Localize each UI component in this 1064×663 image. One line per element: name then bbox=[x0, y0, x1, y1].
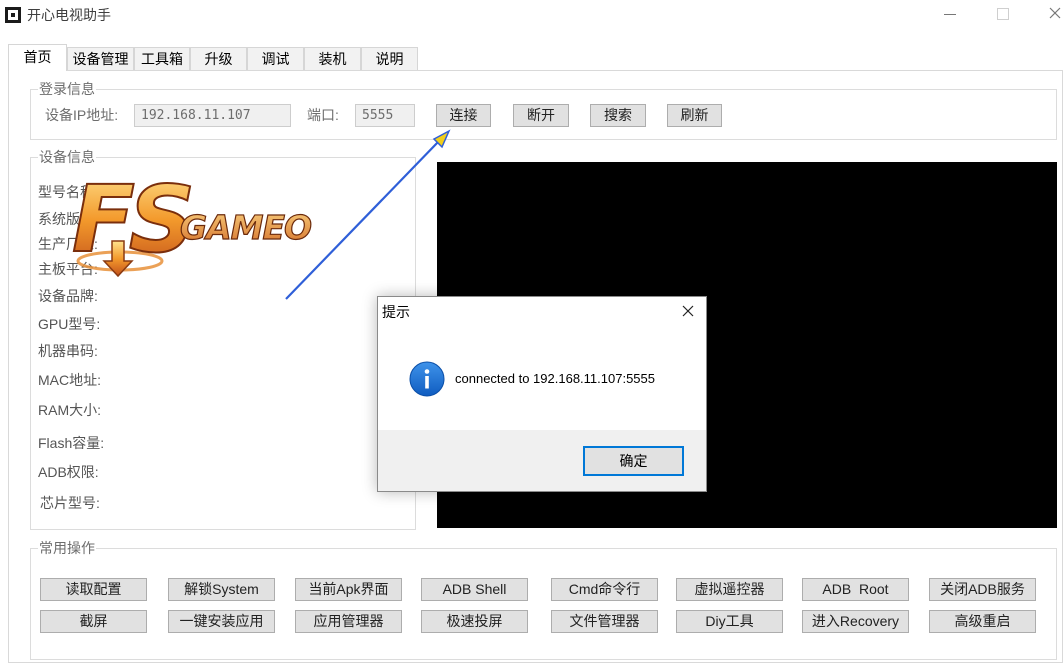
operations-legend: 常用操作 bbox=[38, 539, 96, 557]
field-gpu-model: GPU型号: bbox=[38, 316, 101, 332]
watermark-word: GAMEO bbox=[180, 208, 311, 247]
tab-device-management[interactable]: 设备管理 bbox=[67, 47, 134, 70]
field-serial: 机器串码: bbox=[38, 343, 98, 359]
port-input[interactable] bbox=[355, 104, 415, 127]
fast-cast-button[interactable]: 极速投屏 bbox=[421, 610, 528, 633]
field-chip-model: 芯片型号: bbox=[40, 495, 100, 511]
watermark-logo: FS GAMEO bbox=[71, 165, 313, 278]
field-adb-permission: ADB权限: bbox=[38, 464, 99, 480]
file-manager-button[interactable]: 文件管理器 bbox=[551, 610, 658, 633]
field-flash-size: Flash容量: bbox=[38, 435, 105, 451]
read-config-button[interactable]: 读取配置 bbox=[40, 578, 147, 601]
app-window-icon bbox=[5, 7, 21, 23]
cmd-button[interactable]: Cmd命令行 bbox=[551, 578, 658, 601]
tab-help[interactable]: 说明 bbox=[361, 47, 418, 70]
stop-adb-service-button[interactable]: 关闭ADB服务 bbox=[929, 578, 1036, 601]
device-ip-label: 设备IP地址: bbox=[45, 107, 119, 123]
maximize-icon[interactable] bbox=[997, 8, 1009, 20]
field-mac-address: MAC地址: bbox=[38, 372, 101, 388]
connect-button[interactable]: 连接 bbox=[436, 104, 491, 127]
advanced-reboot-button[interactable]: 高级重启 bbox=[929, 610, 1036, 633]
dialog-title: 提示 bbox=[382, 304, 410, 320]
unlock-system-button[interactable]: 解锁System bbox=[168, 578, 275, 601]
minimize-icon[interactable] bbox=[944, 14, 956, 15]
device-ip-input[interactable] bbox=[134, 104, 291, 127]
close-icon[interactable] bbox=[1049, 7, 1061, 19]
adb-shell-button[interactable]: ADB Shell bbox=[421, 578, 528, 601]
disconnect-button[interactable]: 断开 bbox=[513, 104, 569, 127]
login-group-legend: 登录信息 bbox=[38, 80, 96, 98]
title-bar: 开心电视助手 bbox=[0, 0, 1064, 31]
field-brand: 设备品牌: bbox=[38, 288, 98, 304]
virtual-remote-button[interactable]: 虚拟遥控器 bbox=[676, 578, 783, 601]
window-title: 开心电视助手 bbox=[27, 7, 111, 23]
tab-toolbox[interactable]: 工具箱 bbox=[134, 47, 190, 70]
tab-debug[interactable]: 调试 bbox=[247, 47, 304, 70]
adb-root-button[interactable]: ADB Root bbox=[802, 578, 909, 601]
field-ram-size: RAM大小: bbox=[38, 402, 101, 418]
tab-install[interactable]: 装机 bbox=[304, 47, 361, 70]
info-icon bbox=[409, 361, 445, 397]
current-apk-button[interactable]: 当前Apk界面 bbox=[295, 578, 402, 601]
refresh-button[interactable]: 刷新 bbox=[667, 104, 722, 127]
close-icon[interactable] bbox=[682, 305, 694, 317]
operations-group: 常用操作 bbox=[30, 539, 1057, 660]
tab-home[interactable]: 首页 bbox=[8, 44, 67, 71]
search-button[interactable]: 搜索 bbox=[590, 104, 646, 127]
message-dialog: 提示 connected to 192.168.11.107:5555 确定 bbox=[377, 296, 707, 492]
diy-tools-button[interactable]: Diy工具 bbox=[676, 610, 783, 633]
one-click-install-button[interactable]: 一键安装应用 bbox=[168, 610, 275, 633]
screenshot-button[interactable]: 截屏 bbox=[40, 610, 147, 633]
tab-upgrade[interactable]: 升级 bbox=[190, 47, 247, 70]
ok-button[interactable]: 确定 bbox=[583, 446, 684, 476]
enter-recovery-button[interactable]: 进入Recovery bbox=[802, 610, 909, 633]
dialog-message: connected to 192.168.11.107:5555 bbox=[455, 371, 655, 386]
watermark-mark: FS bbox=[72, 166, 191, 273]
app-manager-button[interactable]: 应用管理器 bbox=[295, 610, 402, 633]
port-label: 端口: bbox=[307, 107, 339, 123]
